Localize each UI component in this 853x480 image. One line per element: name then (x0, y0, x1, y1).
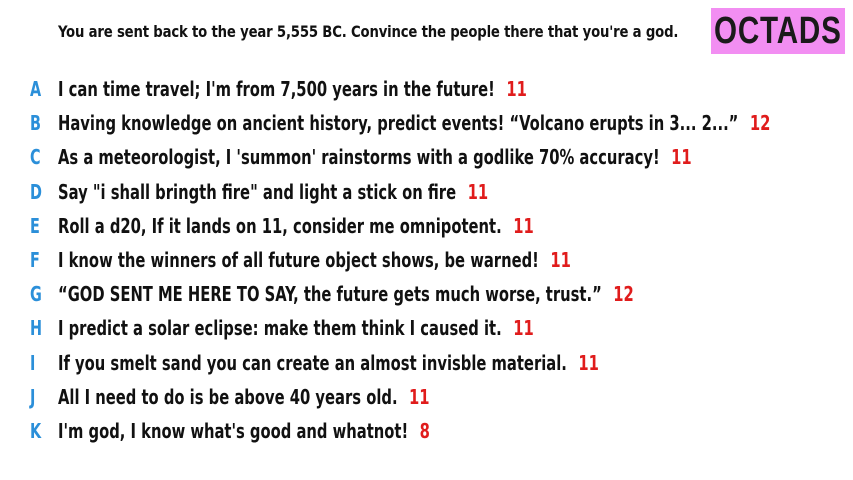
entry-letter: C (30, 145, 41, 170)
entry-text: I know the winners of all future object … (58, 248, 571, 272)
entries-list: A I can time travel; I'm from 7,500 year… (0, 72, 853, 448)
entry-text: All I need to do is be above 40 years ol… (58, 385, 430, 409)
entry-answer: I know the winners of all future object … (58, 248, 539, 273)
entry-text: I'm god, I know what's good and whatnot!… (58, 419, 430, 443)
entry-score: 11 (513, 213, 534, 238)
prompt-text: You are sent back to the year 5,555 BC. … (58, 22, 679, 41)
entry-row-h: H I predict a solar eclipse: make them t… (0, 311, 853, 345)
entry-answer: I'm god, I know what's good and whatnot! (58, 418, 409, 443)
entry-letter: F (30, 248, 40, 273)
entry-letter: H (30, 316, 43, 341)
entry-score: 11 (467, 179, 489, 204)
entry-answer: As a meteorologist, I 'summon' rainstorm… (58, 145, 660, 170)
entry-answer: Roll a d20, If it lands on 11, consider … (58, 213, 502, 238)
entry-answer: “GOD SENT ME HERE TO SAY, the future get… (58, 282, 602, 307)
entry-text: Having knowledge on ancient history, pre… (58, 111, 770, 135)
octads-logo: OCTADS (711, 8, 845, 54)
entry-letter: A (30, 77, 42, 102)
entry-text: Say "i shall bringth fire" and light a s… (58, 180, 488, 204)
logo-text: OCTADS (714, 9, 842, 52)
entry-row-a: A I can time travel; I'm from 7,500 year… (0, 72, 853, 106)
entry-text: Roll a d20, If it lands on 11, consider … (58, 214, 534, 238)
entry-score: 8 (419, 418, 430, 443)
entry-row-f: F I know the winners of all future objec… (0, 243, 853, 277)
entry-row-b: B Having knowledge on ancient history, p… (0, 106, 853, 140)
entry-text: I predict a solar eclipse: make them thi… (58, 316, 534, 340)
entry-answer: I predict a solar eclipse: make them thi… (58, 316, 502, 341)
entry-row-i: I If you smelt sand you can create an al… (0, 346, 853, 380)
entry-text: As a meteorologist, I 'summon' rainstorm… (58, 145, 692, 169)
entry-letter: I (30, 350, 36, 375)
entry-row-j: J All I need to do is be above 40 years … (0, 380, 853, 414)
entry-answer: I can time travel; I'm from 7,500 years … (58, 77, 495, 102)
entry-score: 12 (613, 282, 634, 307)
entry-letter: E (30, 213, 40, 238)
entry-row-c: C As a meteorologist, I 'summon' rainsto… (0, 140, 853, 174)
entry-score: 11 (513, 316, 534, 341)
entry-answer: Say "i shall bringth fire" and light a s… (58, 179, 457, 204)
entry-letter: B (30, 111, 41, 136)
entry-row-g: G “GOD SENT ME HERE TO SAY, the future g… (0, 277, 853, 311)
entry-letter: G (30, 282, 42, 307)
entry-text: I can time travel; I'm from 7,500 years … (58, 77, 527, 101)
entry-score: 11 (578, 350, 599, 375)
entry-score: 11 (550, 248, 571, 273)
entry-answer: All I need to do is be above 40 years ol… (58, 384, 398, 409)
entry-row-k: K I'm god, I know what's good and whatno… (0, 414, 853, 448)
entry-answer: Having knowledge on ancient history, pre… (58, 111, 739, 136)
entry-answer: If you smelt sand you can create an almo… (58, 350, 567, 375)
entry-score: 11 (409, 384, 430, 409)
entry-letter: K (30, 418, 42, 443)
entry-score: 11 (506, 77, 527, 102)
entry-text: If you smelt sand you can create an almo… (58, 351, 599, 375)
entry-letter: J (30, 384, 36, 409)
entry-text: “GOD SENT ME HERE TO SAY, the future get… (58, 282, 634, 306)
entry-score: 11 (671, 145, 692, 170)
entry-row-e: E Roll a d20, If it lands on 11, conside… (0, 209, 853, 243)
entry-letter: D (30, 179, 42, 204)
entry-row-d: D Say "i shall bringth fire" and light a… (0, 175, 853, 209)
entry-score: 12 (749, 111, 771, 136)
